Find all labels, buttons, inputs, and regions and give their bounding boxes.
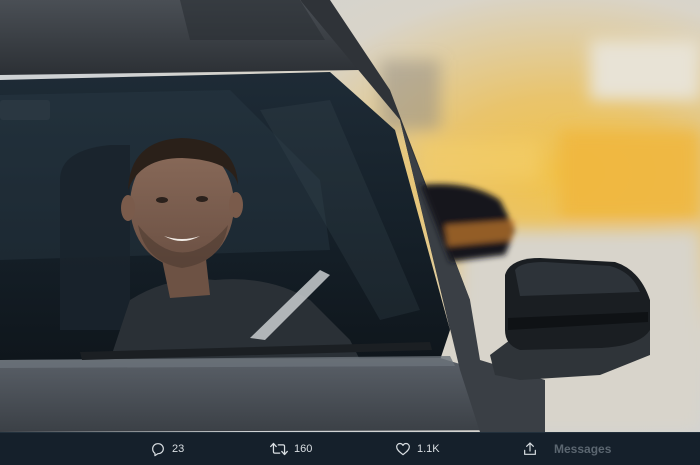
- tweet-photo[interactable]: [0, 0, 700, 432]
- rearview-mirror: [0, 100, 50, 120]
- heart-icon: [395, 441, 411, 457]
- messages-drawer-label[interactable]: Messages: [554, 433, 611, 465]
- car-photo-illustration: [0, 0, 700, 432]
- like-count: 1.1K: [417, 443, 440, 455]
- share-button[interactable]: [522, 433, 538, 465]
- retweet-icon: [270, 441, 288, 457]
- side-mirror: [490, 258, 650, 380]
- retweet-count: 160: [294, 443, 313, 455]
- retweet-button[interactable]: 160: [270, 433, 312, 465]
- tweet-media-viewer: 23 160 1.1K Messages: [0, 0, 700, 465]
- reply-icon: [150, 441, 166, 457]
- tweet-action-bar: 23 160 1.1K Messages: [0, 432, 700, 465]
- reply-button[interactable]: 23: [150, 433, 184, 465]
- reply-count: 23: [172, 443, 185, 455]
- car-hood: [0, 358, 540, 432]
- like-button[interactable]: 1.1K: [395, 433, 440, 465]
- share-icon: [522, 441, 538, 457]
